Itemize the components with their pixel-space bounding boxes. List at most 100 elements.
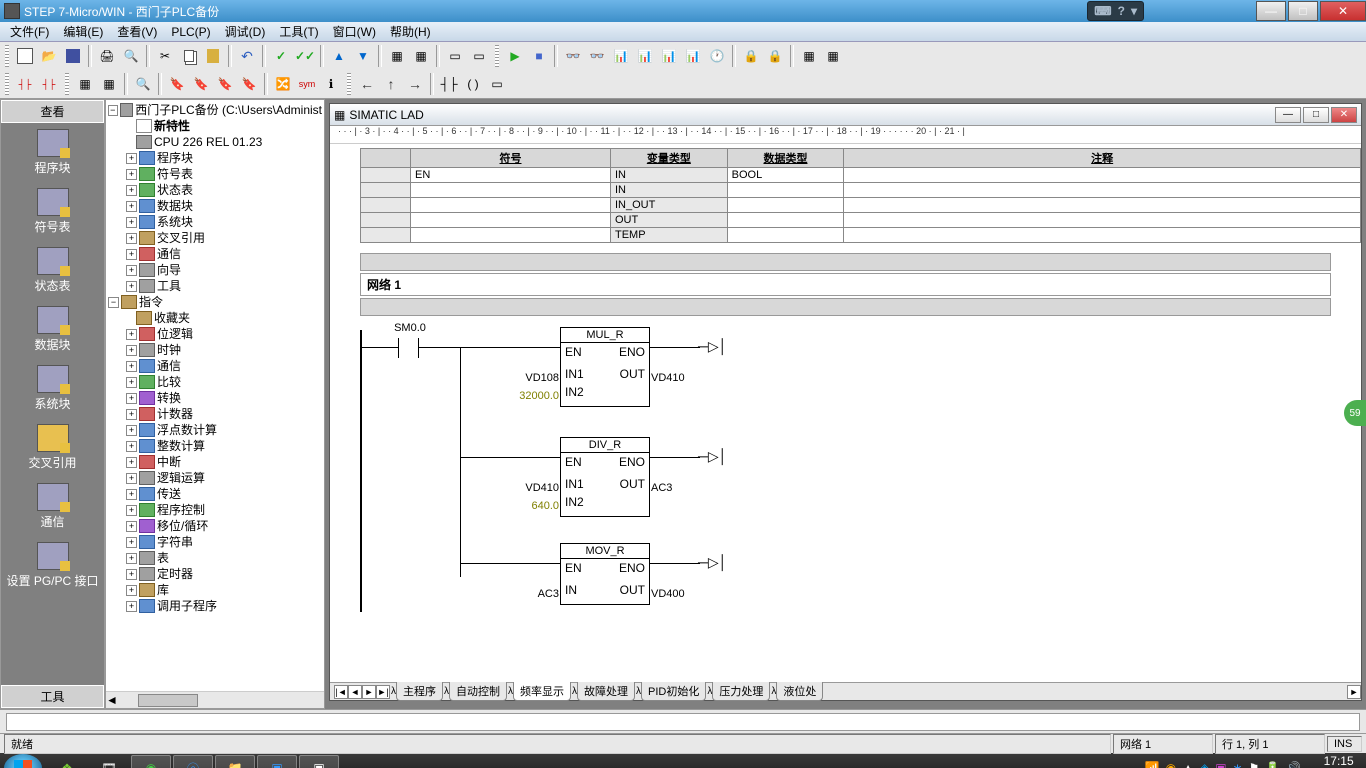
lock-button-1[interactable]: 🔒 (740, 45, 762, 67)
taskbar-item-3[interactable]: ◉ (131, 755, 171, 768)
zoom-button[interactable]: 🔍 (132, 73, 154, 95)
hscroll-right[interactable]: ► (1347, 685, 1361, 699)
upload-button[interactable]: ▲ (328, 45, 350, 67)
nav-right-button[interactable]: → (404, 73, 426, 95)
bookmark-button-2[interactable]: 🔖 (190, 73, 212, 95)
toggle-button-2[interactable]: ▭ (468, 45, 490, 67)
nav-up-button[interactable]: ↑ (380, 73, 402, 95)
download-button[interactable]: ▼ (352, 45, 374, 67)
bookmark-button-4[interactable]: 🔖 (238, 73, 260, 95)
project-tree[interactable]: −西门子PLC备份 (C:\Users\Administ 新特性 CPU 226… (105, 99, 325, 709)
tree-scrollbar[interactable]: ◄ (106, 691, 324, 708)
menu-window[interactable]: 窗口(W) (327, 21, 382, 42)
wifi-icon[interactable]: 📶 (1145, 761, 1160, 768)
output-track[interactable] (6, 713, 1360, 731)
sym-button[interactable]: sym (296, 73, 318, 95)
save-button[interactable] (62, 45, 84, 67)
coil-button[interactable]: ( ) (462, 73, 484, 95)
monitor-button-2[interactable]: 👓 (586, 45, 608, 67)
undo-button[interactable]: ↶ (236, 45, 258, 67)
tray-icon-4[interactable]: ▣ (1215, 761, 1226, 768)
tab-freq[interactable]: 频率显示 (513, 682, 571, 701)
tab-fault[interactable]: 故障处理 (577, 682, 635, 701)
menu-tools[interactable]: 工具(T) (273, 21, 324, 42)
open-button[interactable]: 📂 (38, 45, 60, 67)
grid-button[interactable]: ▦ (798, 45, 820, 67)
taskbar-item-explorer[interactable]: 📁 (215, 755, 255, 768)
chart-button-1[interactable]: 📊 (610, 45, 632, 67)
preview-button[interactable]: 🔍 (120, 45, 142, 67)
minimize-button[interactable]: — (1256, 1, 1286, 21)
chart-button-3[interactable]: 📊 (658, 45, 680, 67)
toggle-button-1[interactable]: ▭ (444, 45, 466, 67)
tab-pressure[interactable]: 压力处理 (712, 682, 770, 701)
menu-plc[interactable]: PLC(P) (165, 23, 216, 41)
close-button[interactable]: ✕ (1320, 1, 1366, 21)
system-tray[interactable]: 📶 ◉ ▲ ◈ ▣ ∗ ⚑ 🔋 🔊 17:15 2015/1/6 (1145, 755, 1362, 768)
bluetooth-icon[interactable]: ∗ (1233, 761, 1243, 768)
network-button[interactable]: ▦ (74, 73, 96, 95)
clock[interactable]: 17:15 2015/1/6 (1315, 755, 1362, 768)
block-div-r[interactable]: DIV_R ENENO IN1OUT IN2 VD410 640.0 AC3 (560, 437, 650, 517)
tab-level[interactable]: 液位处 (776, 682, 823, 701)
nav-footer[interactable]: 工具 (1, 685, 104, 708)
copy-button[interactable] (178, 45, 200, 67)
start-button[interactable] (4, 754, 42, 768)
taskbar-item-step7[interactable]: ▣ (299, 755, 339, 768)
nav-data-block[interactable]: 数据块 (1, 300, 104, 359)
contact-sm00[interactable]: SM0.0 (360, 336, 460, 360)
block-mov-r[interactable]: MOV_R ENENO INOUT AC3 VD400 (560, 543, 650, 605)
box-button[interactable]: ▭ (486, 73, 508, 95)
tray-icon-1[interactable]: ◉ (1166, 761, 1176, 768)
view-stl-button[interactable]: ┤├ (38, 73, 60, 95)
menu-file[interactable]: 文件(F) (4, 21, 55, 42)
block-mul-r[interactable]: MUL_R ENENO IN1OUT IN2 VD108 32000.0 VD4… (560, 327, 650, 407)
tab-pid[interactable]: PID初始化 (641, 682, 706, 701)
nav-cross-ref[interactable]: 交叉引用 (1, 418, 104, 477)
stop-button[interactable]: ■ (528, 45, 550, 67)
nav-left-button[interactable]: ← (356, 73, 378, 95)
menu-help[interactable]: 帮助(H) (384, 21, 437, 42)
nav-status-table[interactable]: 状态表 (1, 241, 104, 300)
taskbar-item-1[interactable]: ❖ (47, 755, 87, 768)
run-button[interactable]: ▶ (504, 45, 526, 67)
flag-icon[interactable]: ⚑ (1249, 761, 1260, 768)
bookmark-button-3[interactable]: 🔖 (214, 73, 236, 95)
volume-icon[interactable]: 🔊 (1286, 761, 1301, 768)
tab-main[interactable]: 主程序 (396, 682, 443, 701)
info-button[interactable]: ℹ (320, 73, 342, 95)
menu-view[interactable]: 查看(V) (111, 21, 163, 42)
menu-debug[interactable]: 调试(D) (219, 21, 272, 42)
taskbar-item-app1[interactable]: ▣ (257, 755, 297, 768)
nav-comm[interactable]: 通信 (1, 477, 104, 536)
bookmark-button-1[interactable]: 🔖 (166, 73, 188, 95)
chart-button-2[interactable]: 📊 (634, 45, 656, 67)
print-button[interactable]: 🖨 (96, 45, 118, 67)
taskbar-item-2[interactable]: 🎞 (89, 755, 129, 768)
paste-button[interactable] (202, 45, 224, 67)
symbol-table[interactable]: 符号变量类型数据类型注释 ENINBOOL IN IN_OUT OUT TEMP (360, 148, 1361, 243)
editor-maximize-button[interactable]: □ (1303, 107, 1329, 123)
network-title[interactable]: 网络 1 (360, 273, 1331, 296)
menu-edit[interactable]: 编辑(E) (57, 21, 109, 42)
tab-nav-prev[interactable]: ◄ (348, 685, 362, 699)
tab-nav-next[interactable]: ► (362, 685, 376, 699)
chart-button-4[interactable]: 📊 (682, 45, 704, 67)
comment-button[interactable]: ▦ (98, 73, 120, 95)
maximize-button[interactable]: □ (1288, 1, 1318, 21)
side-badge[interactable]: 59 (1344, 400, 1366, 426)
lock-button-2[interactable]: 🔒 (764, 45, 786, 67)
tray-icon-3[interactable]: ◈ (1200, 761, 1209, 768)
tab-nav-last[interactable]: ►| (376, 685, 390, 699)
nav-program-block[interactable]: 程序块 (1, 123, 104, 182)
compile-all-button[interactable]: ✓✓ (294, 45, 316, 67)
editor-minimize-button[interactable]: — (1275, 107, 1301, 123)
help-pill[interactable]: ⌨?▾ (1087, 1, 1144, 21)
grid-button-2[interactable]: ▦ (822, 45, 844, 67)
view-lad-button[interactable]: ┤├ (14, 73, 36, 95)
monitor-button-1[interactable]: 👓 (562, 45, 584, 67)
ladder-editor[interactable]: 网络 1 SM0.0 (330, 251, 1361, 682)
editor-close-button[interactable]: ✕ (1331, 107, 1357, 123)
new-button[interactable] (14, 45, 36, 67)
insert-net-button[interactable]: ▦ (386, 45, 408, 67)
